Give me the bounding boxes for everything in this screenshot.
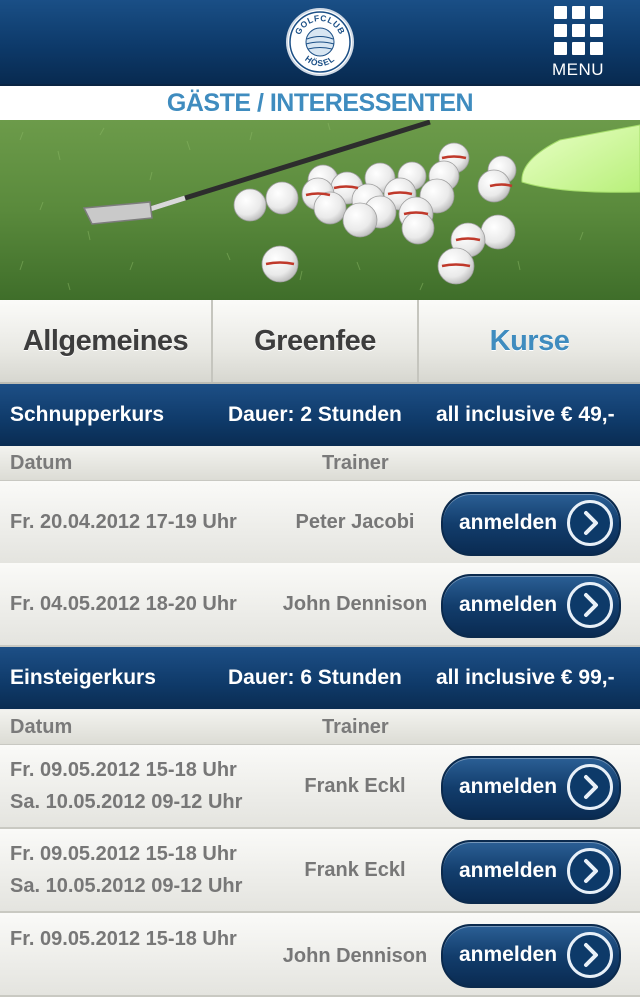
session-date: Fr. 04.05.2012 18-20 Uhr (10, 563, 237, 645)
column-date-label: Datum (10, 716, 73, 738)
course-header: Schnupperkurs Dauer: 2 Stunden all inclu… (0, 384, 640, 446)
page-title: GÄSTE / INTERESSENTEN (0, 86, 640, 120)
session-row: Fr. 04.05.2012 18-20 Uhr John Dennison a… (0, 563, 640, 647)
menu-button[interactable]: MENU (548, 6, 608, 80)
chevron-right-circle-icon (567, 848, 613, 894)
anmelden-button[interactable]: anmelden (441, 840, 621, 904)
tab-allgemeines[interactable]: Allgemeines (0, 300, 211, 382)
golfclub-logo-icon[interactable]: GOLFCLUB HÖSEL (288, 10, 352, 74)
tab-kurse[interactable]: Kurse (419, 300, 640, 382)
column-trainer-label: Trainer (322, 716, 389, 738)
chevron-right-circle-icon (567, 764, 613, 810)
anmelden-button[interactable]: anmelden (441, 756, 621, 820)
tab-bar: Allgemeines Greenfee Kurse (0, 300, 640, 384)
chevron-right-circle-icon (567, 500, 613, 546)
session-trainer: Peter Jacobi (295, 511, 415, 533)
tab-greenfee[interactable]: Greenfee (213, 300, 417, 382)
session-date-line: Fr. 04.05.2012 18-20 Uhr (10, 593, 237, 615)
session-trainer: John Dennison (282, 593, 428, 615)
course-name: Einsteigerkurs (10, 666, 156, 689)
course-price: all inclusive € 99,- (436, 666, 615, 689)
anmelden-button-label: anmelden (459, 511, 558, 534)
chevron-right-circle-icon (567, 582, 613, 628)
top-bar: GOLFCLUB HÖSEL MENU (0, 0, 640, 86)
chevron-right-circle-icon (567, 932, 613, 978)
course-header: Einsteigerkurs Dauer: 6 Stunden all incl… (0, 647, 640, 709)
anmelden-button-label: anmelden (459, 593, 558, 616)
anmelden-button-label: anmelden (459, 775, 558, 798)
session-date: Fr. 09.05.2012 15-18 Uhr (10, 913, 237, 977)
course-duration: Dauer: 2 Stunden (228, 403, 402, 426)
session-date: Fr. 20.04.2012 17-19 Uhr (10, 481, 237, 563)
anmelden-button[interactable]: anmelden (441, 574, 621, 638)
anmelden-button-label: anmelden (459, 943, 558, 966)
session-date-line: Fr. 09.05.2012 15-18 Uhr (10, 843, 237, 865)
session-date: Fr. 09.05.2012 15-18 Uhr Sa. 10.05.2012 … (10, 745, 242, 827)
session-trainer: Frank Eckl (304, 775, 406, 797)
course-duration: Dauer: 6 Stunden (228, 666, 402, 689)
session-date-line: Sa. 10.05.2012 09-12 Uhr (10, 875, 243, 897)
session-trainer: John Dennison (282, 945, 428, 967)
session-date-line: Fr. 20.04.2012 17-19 Uhr (10, 511, 237, 533)
column-header: Datum Trainer (0, 710, 640, 745)
session-row: Fr. 09.05.2012 15-18 Uhr Sa. 10.05.2012 … (0, 745, 640, 829)
column-date-label: Datum (10, 452, 73, 474)
course-price: all inclusive € 49,- (436, 403, 615, 426)
anmelden-button-label: anmelden (459, 859, 558, 882)
session-date-line: Sa. 10.05.2012 09-12 Uhr (10, 791, 243, 813)
anmelden-button[interactable]: anmelden (441, 492, 621, 556)
menu-label: MENU (551, 60, 605, 79)
column-trainer-label: Trainer (322, 452, 389, 474)
column-header: Datum Trainer (0, 446, 640, 481)
course-name: Schnupperkurs (10, 403, 165, 426)
session-row: Fr. 09.05.2012 15-18 Uhr Sa. 10.05.2012 … (0, 829, 640, 913)
anmelden-button[interactable]: anmelden (441, 924, 621, 988)
grid-menu-icon (554, 6, 604, 56)
session-row: Fr. 20.04.2012 17-19 Uhr Peter Jacobi an… (0, 481, 640, 565)
session-trainer: Frank Eckl (304, 859, 406, 881)
session-date-line: Fr. 09.05.2012 15-18 Uhr (10, 759, 237, 781)
session-date-line: Fr. 09.05.2012 15-18 Uhr (10, 928, 237, 950)
session-date: Fr. 09.05.2012 15-18 Uhr Sa. 10.05.2012 … (10, 829, 242, 911)
session-row: Fr. 09.05.2012 15-18 Uhr John Dennison a… (0, 913, 640, 997)
hero-image (0, 119, 640, 300)
